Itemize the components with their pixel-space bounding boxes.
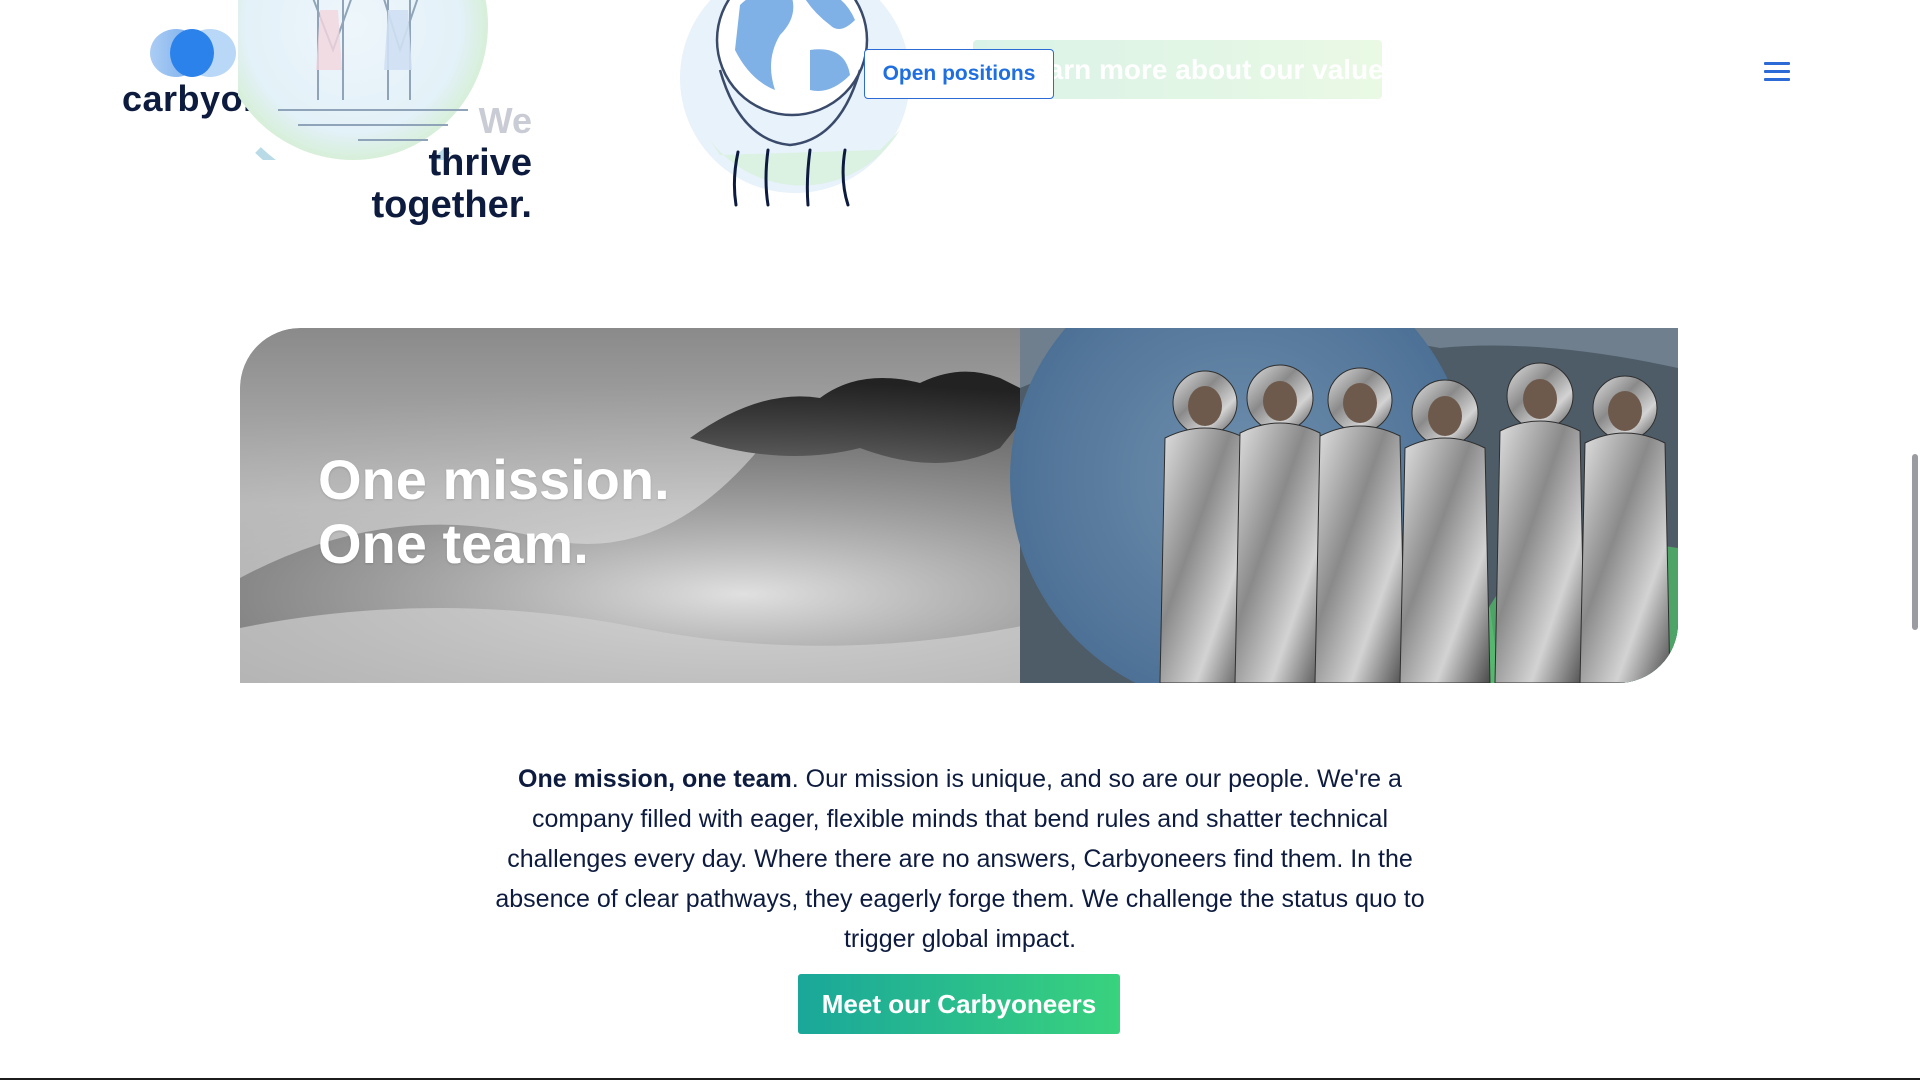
tagline-line-2: together. <box>371 184 532 226</box>
open-positions-button[interactable]: Open positions <box>864 49 1054 99</box>
hero-title: One mission. One team. <box>318 448 670 576</box>
tagline-line-1: thrive <box>428 142 532 184</box>
globe-hands-illustration-icon <box>680 0 910 207</box>
hamburger-menu-icon[interactable] <box>1764 62 1790 84</box>
logo-mark-icon <box>150 29 236 77</box>
values-tagline: We thrive together. <box>360 100 532 226</box>
hero-title-line-2: One team. <box>318 512 589 575</box>
page-scrollbar[interactable] <box>1910 0 1920 1080</box>
scrollbar-thumb[interactable] <box>1912 454 1918 630</box>
mission-paragraph-text: . Our mission is unique, and so are our … <box>495 765 1425 953</box>
mission-paragraph: One mission, one team. Our mission is un… <box>490 759 1430 959</box>
hero-banner: One mission. One team. <box>240 328 1678 683</box>
mission-lead-bold: One mission, one team <box>518 765 792 793</box>
careers-page: carbyon We thrive together. Learn more a… <box>0 0 1920 1080</box>
hero-title-line-1: One mission. <box>318 448 670 511</box>
tagline-faded-text: We <box>478 100 532 141</box>
meet-carbyoneers-button[interactable]: Meet our Carbyoneers <box>798 974 1120 1034</box>
